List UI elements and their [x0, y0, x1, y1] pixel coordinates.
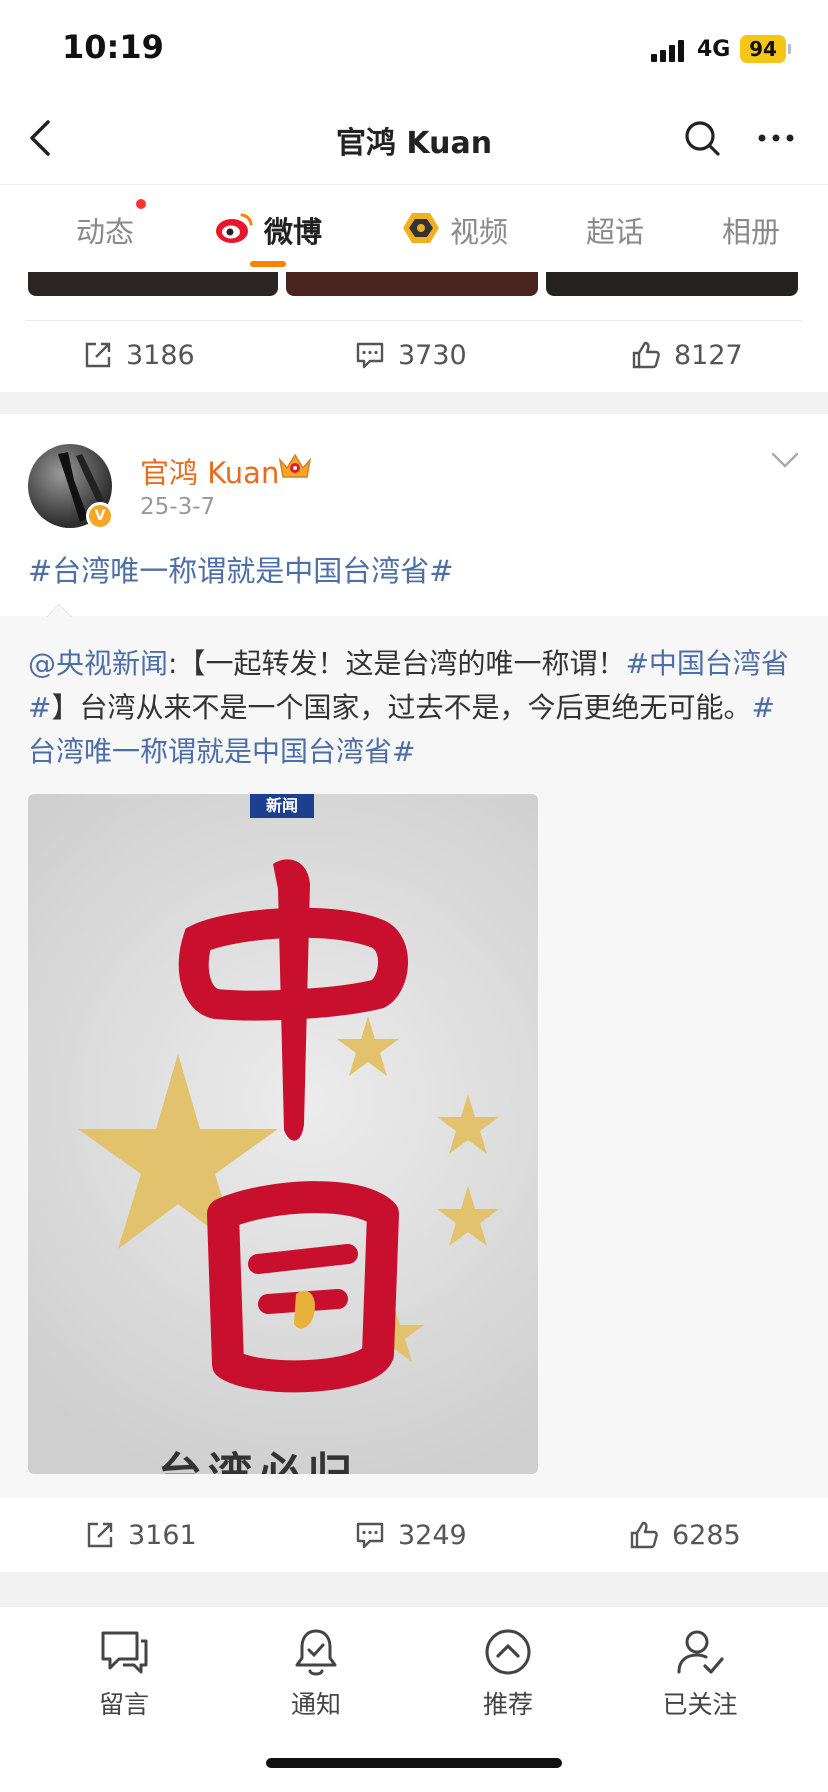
section-gap [0, 1572, 828, 1606]
like-button[interactable]: 6285 [628, 1500, 741, 1570]
comment-icon [356, 342, 384, 369]
comment-button[interactable]: 3249 [354, 1500, 467, 1570]
bottom-tab-following[interactable]: 已关注 [640, 1625, 760, 1721]
bottom-tab-label: 通知 [290, 1690, 341, 1719]
like-count: 6285 [672, 1519, 741, 1551]
like-button[interactable]: 8127 [630, 320, 743, 390]
post-date: 25-3-7 [140, 494, 216, 520]
bottom-tab-message[interactable]: 留言 [64, 1625, 184, 1721]
comment-count: 3730 [398, 339, 467, 371]
share-icon [85, 342, 111, 368]
repost-text: @央视新闻:【一起转发！这是台湾的唯一称谓！#中国台湾省#】台湾从来不是一个国家… [28, 642, 800, 774]
battery-level: 94 [740, 35, 786, 63]
weibo-icon [216, 213, 253, 243]
repost-text-part1: 【一起转发！这是台湾的唯一称谓！ [177, 647, 626, 680]
post-actions: 3161 3249 6285 [0, 1500, 828, 1570]
tab-dynamic[interactable]: 动态 [76, 209, 134, 251]
repost-count: 3186 [126, 339, 195, 371]
active-tab-indicator [250, 261, 286, 267]
repost-count: 3161 [128, 1519, 197, 1551]
search-button[interactable] [680, 116, 724, 160]
message-icon [101, 1631, 148, 1674]
post-text[interactable]: #台湾唯一称谓就是中国台湾省# [28, 548, 798, 590]
comment-button[interactable]: 3730 [354, 320, 467, 390]
section-gap [0, 392, 828, 414]
previous-post-actions: 3186 3730 8127 [0, 320, 828, 390]
tab-supertopic[interactable]: 超话 [586, 209, 644, 251]
poster-artwork [78, 859, 499, 1393]
bottom-tab-label: 留言 [98, 1690, 149, 1719]
repost-button[interactable]: 3186 [82, 320, 195, 390]
notification-dot [136, 199, 146, 209]
poster-caption: 台湾必归 [158, 1438, 358, 1474]
followed-icon [677, 1630, 724, 1674]
share-icon [87, 1522, 113, 1548]
previous-image[interactable] [28, 272, 278, 296]
video-icon [403, 213, 439, 243]
chevron-down-icon[interactable] [770, 448, 800, 472]
previous-image[interactable] [546, 272, 798, 296]
comment-icon [356, 1522, 384, 1549]
bottom-tab-recommend[interactable]: 推荐 [448, 1625, 568, 1721]
network-label: 4G [697, 37, 731, 62]
bell-icon [295, 1629, 337, 1676]
comment-count: 3249 [398, 1519, 467, 1551]
status-bar: 10:19 4G 94 [0, 0, 828, 96]
crown-icon [278, 453, 312, 478]
like-count: 8127 [674, 339, 743, 371]
bottom-tab-label: 推荐 [482, 1690, 533, 1719]
repost-pointer [46, 604, 72, 618]
like-icon [630, 1521, 658, 1549]
bottom-tab-notify[interactable]: 通知 [256, 1625, 376, 1721]
mention-link[interactable]: @央视新闻 [28, 647, 168, 680]
signal-icon [651, 40, 687, 62]
repost-button[interactable]: 3161 [84, 1500, 197, 1570]
nav-bar: 官鸿 Kuan [0, 96, 828, 184]
repost-text-part2: 】台湾从来不是一个国家，过去不是，今后更绝无可能。 [51, 691, 752, 724]
profile-tabs: 动态 微博 视频 超话 相册 [0, 184, 828, 272]
like-icon [632, 341, 660, 369]
more-button[interactable] [754, 116, 798, 160]
author-name[interactable]: 官鸿 Kuan [140, 450, 279, 492]
repost-image[interactable]: 新闻 台湾必归 [28, 794, 538, 1474]
tab-weibo[interactable]: 微博 [264, 209, 322, 251]
status-time: 10:19 [62, 28, 164, 66]
previous-image[interactable] [286, 272, 538, 296]
previous-post-images [0, 272, 828, 298]
battery-icon [788, 44, 791, 54]
tab-video[interactable]: 视频 [450, 209, 508, 251]
tab-album[interactable]: 相册 [722, 209, 780, 251]
search-icon [685, 121, 720, 156]
home-indicator[interactable] [266, 1758, 562, 1768]
bottom-tab-label: 已关注 [662, 1690, 738, 1719]
more-icon [758, 134, 794, 142]
recommend-icon [485, 1629, 531, 1675]
verified-badge: V [86, 502, 114, 530]
